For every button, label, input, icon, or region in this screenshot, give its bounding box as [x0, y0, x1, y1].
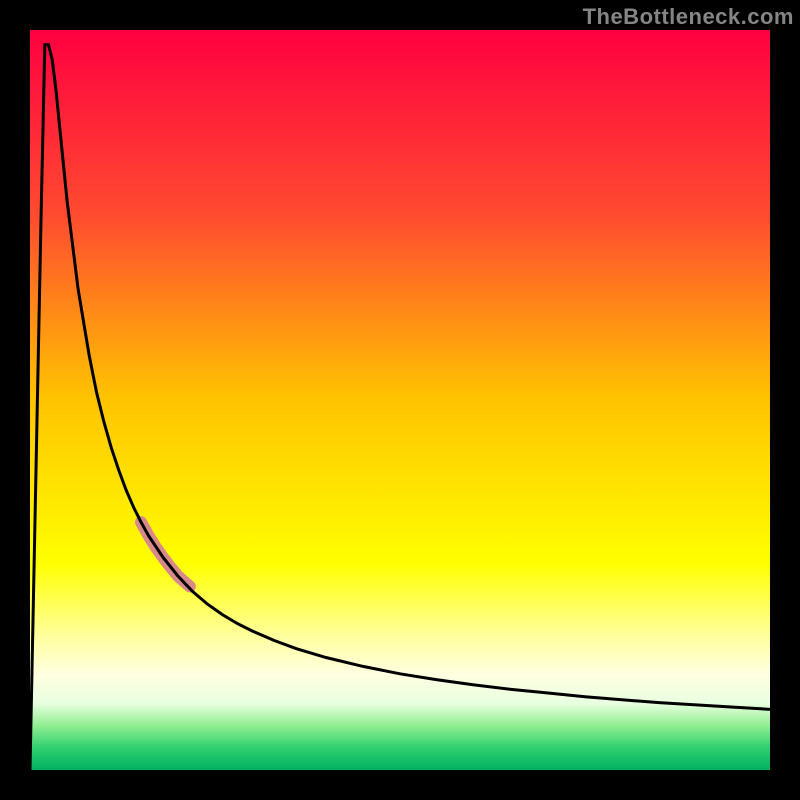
attribution-watermark: TheBottleneck.com: [583, 4, 794, 30]
background-gradient: [30, 30, 770, 770]
chart-frame: TheBottleneck.com: [0, 0, 800, 800]
plot-area: [30, 30, 770, 770]
chart-svg: [30, 30, 770, 770]
